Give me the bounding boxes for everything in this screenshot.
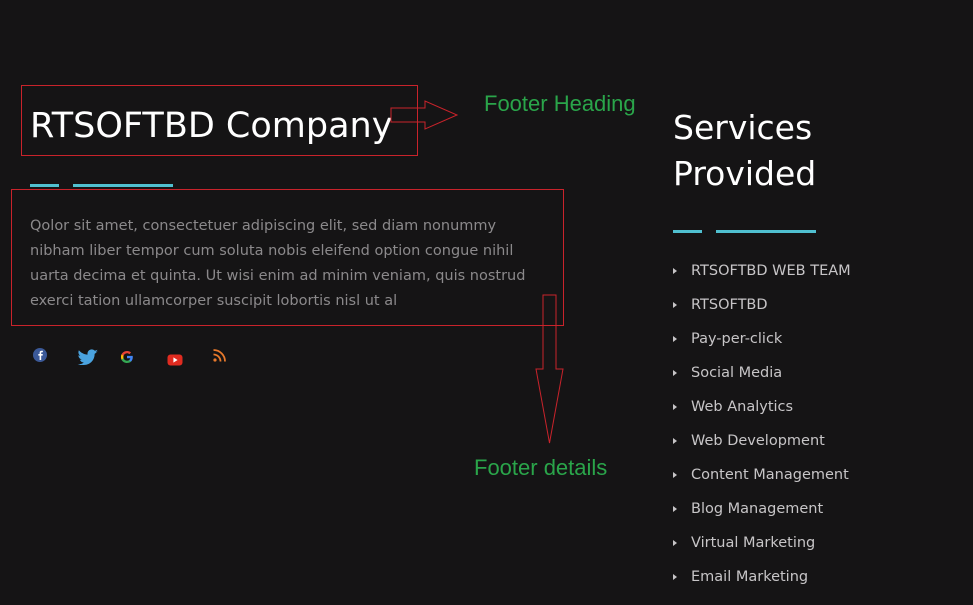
services-list-item[interactable]: Blog Management <box>673 492 851 526</box>
service-link[interactable]: Email Marketing <box>691 569 808 585</box>
services-underline-long <box>716 230 816 233</box>
caret-right-icon <box>673 268 677 274</box>
services-underline-short <box>673 230 702 233</box>
twitter-icon[interactable] <box>77 349 99 369</box>
caret-right-icon <box>673 574 677 580</box>
company-title: RTSOFTBD Company <box>30 106 393 146</box>
caret-right-icon <box>673 302 677 308</box>
service-link[interactable]: Pay-per-click <box>691 331 782 347</box>
services-list-item[interactable]: Social Media <box>673 356 851 390</box>
footer-section: RTSOFTBD Company Footer Heading Qolor si… <box>0 0 973 605</box>
services-list-item[interactable]: Virtual Marketing <box>673 526 851 560</box>
title-underline-long <box>73 184 173 187</box>
caret-right-icon <box>673 404 677 410</box>
service-link[interactable]: Web Analytics <box>691 399 793 415</box>
services-list-item[interactable]: Web Development <box>673 424 851 458</box>
title-underline-short <box>30 184 59 187</box>
service-link[interactable]: Web Development <box>691 433 825 449</box>
caret-right-icon <box>673 540 677 546</box>
caret-right-icon <box>673 506 677 512</box>
services-list-item[interactable]: Email Marketing <box>673 560 851 594</box>
service-link[interactable]: RTSOFTBD WEB TEAM <box>691 263 851 279</box>
services-list-item[interactable]: Content Management <box>673 458 851 492</box>
services-list-item[interactable]: RTSOFTBD WEB TEAM <box>673 254 851 288</box>
google-icon[interactable] <box>120 349 134 368</box>
services-list-item[interactable]: RTSOFTBD <box>673 288 851 322</box>
youtube-icon[interactable] <box>167 351 183 370</box>
facebook-icon[interactable] <box>32 347 48 367</box>
service-link[interactable]: Social Media <box>691 365 782 381</box>
footer-details-arrow <box>535 294 564 444</box>
service-link[interactable]: Virtual Marketing <box>691 535 815 551</box>
services-list: RTSOFTBD WEB TEAM RTSOFTBD Pay-per-click… <box>673 254 851 594</box>
service-link[interactable]: RTSOFTBD <box>691 297 768 313</box>
services-list-item[interactable]: Web Analytics <box>673 390 851 424</box>
footer-heading-annotation: Footer Heading <box>484 91 636 116</box>
footer-details-annotation: Footer details <box>474 455 608 480</box>
rss-icon[interactable] <box>213 347 226 366</box>
caret-right-icon <box>673 336 677 342</box>
caret-right-icon <box>673 370 677 376</box>
footer-heading-arrow <box>390 100 459 130</box>
services-list-item[interactable]: Pay-per-click <box>673 322 851 356</box>
service-link[interactable]: Blog Management <box>691 501 823 517</box>
caret-right-icon <box>673 472 677 478</box>
caret-right-icon <box>673 438 677 444</box>
services-title: Services Provided <box>673 108 817 193</box>
company-description: Qolor sit amet, consectetuer adipiscing … <box>30 218 526 309</box>
service-link[interactable]: Content Management <box>691 467 849 483</box>
